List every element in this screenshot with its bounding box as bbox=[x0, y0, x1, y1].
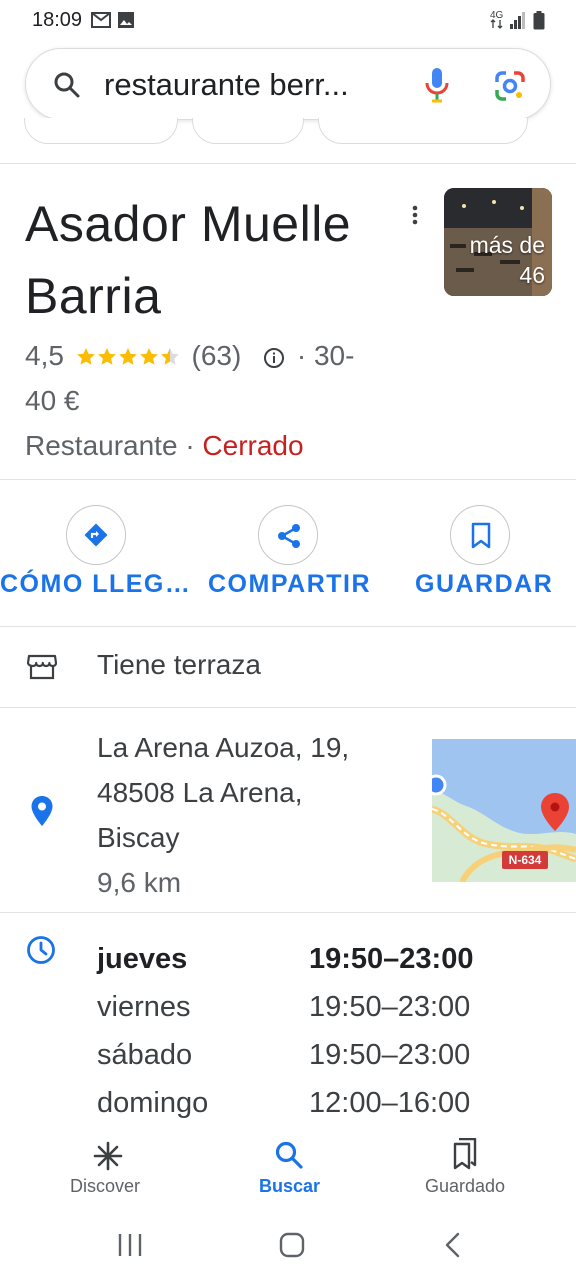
search-query[interactable]: restaurante berr... bbox=[104, 67, 349, 103]
mic-icon[interactable] bbox=[424, 67, 450, 103]
status-time: 18:09 bbox=[32, 9, 83, 31]
place-title: Asador Muelle Barria bbox=[25, 196, 352, 324]
hours-day: viernes bbox=[97, 991, 191, 1023]
info-icon[interactable] bbox=[263, 347, 285, 369]
home-icon[interactable] bbox=[279, 1232, 305, 1258]
hours-time-today: 19:50–23:00 bbox=[309, 943, 474, 975]
address-line-3: Biscay bbox=[97, 822, 180, 853]
search-icon[interactable] bbox=[274, 1140, 304, 1170]
back-icon[interactable] bbox=[443, 1232, 461, 1258]
rating-value: 4,5 bbox=[25, 340, 64, 371]
hours-day: sábado bbox=[97, 1039, 193, 1071]
divider bbox=[0, 626, 576, 627]
distance: 9,6 km bbox=[97, 867, 182, 898]
star-icon bbox=[139, 348, 158, 365]
price-range: · 30- bbox=[296, 340, 355, 371]
photos-count-label: más de 46 bbox=[469, 232, 545, 288]
filter-chip[interactable] bbox=[192, 118, 304, 144]
save-label[interactable]: GUARDAR bbox=[415, 570, 553, 599]
nav-label-discover[interactable]: Discover bbox=[70, 1176, 140, 1197]
star-rating bbox=[76, 348, 179, 365]
search-icon[interactable] bbox=[53, 71, 81, 99]
gallery-icon bbox=[118, 12, 134, 28]
divider bbox=[0, 163, 576, 164]
address-line-1: La Arena Auzoa, 19, bbox=[97, 732, 350, 763]
bottom-navigation bbox=[0, 1124, 576, 1210]
half-star-icon bbox=[160, 348, 179, 365]
divider bbox=[0, 479, 576, 480]
hours-time: 19:50–23:00 bbox=[309, 1039, 471, 1071]
hours-day-today: jueves bbox=[97, 943, 188, 975]
star-icon bbox=[118, 348, 137, 365]
search-bar[interactable]: restaurante berr... bbox=[25, 48, 551, 120]
divider bbox=[0, 912, 576, 913]
directions-label[interactable]: CÓMO LLEG… bbox=[0, 570, 191, 599]
clock-icon bbox=[27, 936, 55, 964]
star-icon bbox=[97, 348, 116, 365]
address-line-2: 48508 La Arena, bbox=[97, 777, 303, 808]
recent-apps-icon[interactable] bbox=[117, 1233, 143, 1257]
nav-label-guardado[interactable]: Guardado bbox=[425, 1176, 505, 1197]
status-bar: 18:09 4G bbox=[0, 0, 576, 42]
saved-icon[interactable] bbox=[453, 1138, 481, 1170]
more-options-icon[interactable] bbox=[410, 204, 420, 228]
bookmark-icon bbox=[471, 522, 491, 549]
amenity-label: Tiene terraza bbox=[97, 649, 261, 680]
storefront-icon bbox=[27, 654, 57, 680]
hours-time: 12:00–16:00 bbox=[309, 1087, 471, 1119]
category: Restaurante · bbox=[25, 430, 195, 461]
map-road-label: N-634 bbox=[508, 853, 542, 867]
photos-thumbnail[interactable]: más de 46 bbox=[444, 188, 552, 296]
data-arrows-icon bbox=[490, 19, 503, 29]
share-label[interactable]: COMPARTIR bbox=[208, 570, 371, 599]
address-block[interactable]: La Arena Auzoa, 19, 48508 La Arena, Bisc… bbox=[97, 725, 349, 905]
map-preview[interactable]: N-634 bbox=[432, 739, 576, 882]
filter-chip[interactable] bbox=[318, 118, 528, 144]
share-icon bbox=[278, 524, 300, 548]
signal-icon bbox=[510, 12, 525, 29]
hours-day: domingo bbox=[97, 1087, 209, 1119]
rating-line: 4,5 (63) · 30- bbox=[25, 336, 354, 376]
filter-chip[interactable] bbox=[24, 118, 178, 144]
directions-icon bbox=[84, 523, 108, 547]
divider bbox=[0, 707, 576, 708]
category-line: Restaurante · Cerrado bbox=[25, 426, 304, 466]
filter-chip-strip[interactable] bbox=[0, 118, 576, 166]
gmail-icon bbox=[91, 12, 111, 28]
directions-button[interactable] bbox=[66, 505, 126, 565]
share-button[interactable] bbox=[258, 505, 318, 565]
system-navigation-bar bbox=[0, 1210, 576, 1280]
open-status: Cerrado bbox=[202, 430, 304, 461]
hours-time: 19:50–23:00 bbox=[309, 991, 471, 1023]
nav-label-buscar[interactable]: Buscar bbox=[259, 1176, 320, 1197]
save-button[interactable] bbox=[450, 505, 510, 565]
price-range-cont: 40 € bbox=[25, 385, 80, 416]
discover-icon[interactable] bbox=[93, 1141, 123, 1171]
star-icon bbox=[76, 348, 95, 365]
location-pin-icon bbox=[31, 796, 53, 826]
review-count[interactable]: (63) bbox=[192, 340, 242, 371]
battery-icon bbox=[533, 11, 545, 30]
lens-icon[interactable] bbox=[494, 70, 526, 102]
